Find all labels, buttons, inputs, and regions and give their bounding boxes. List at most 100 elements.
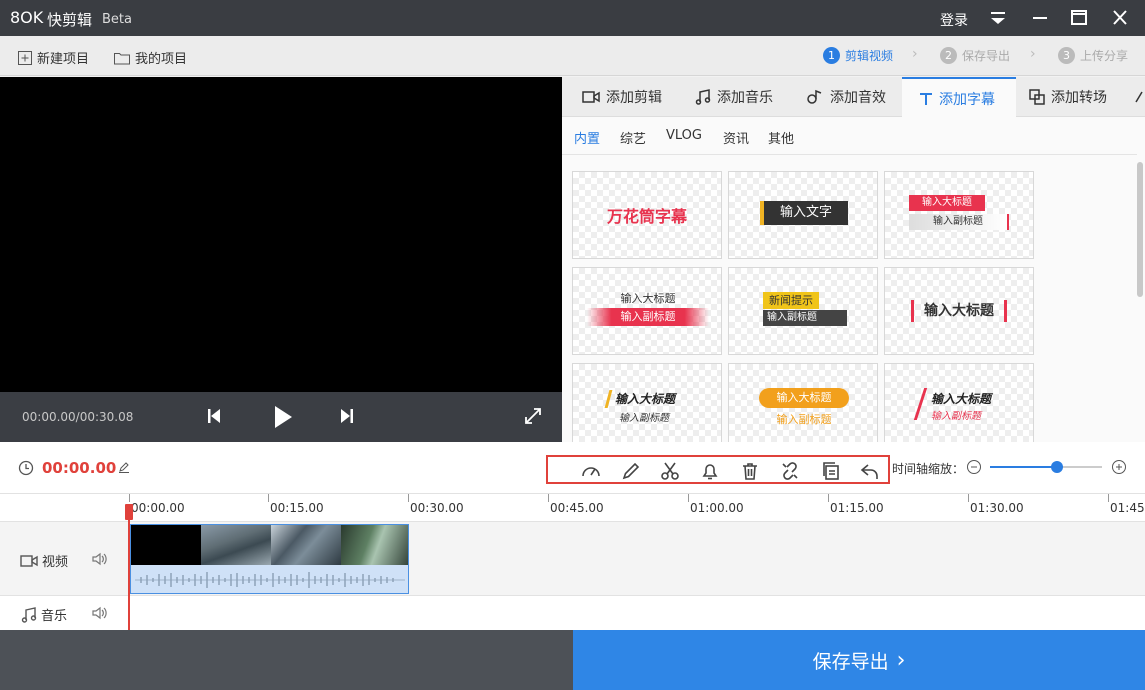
tab-add-subtitle[interactable]: 添加字幕 bbox=[902, 77, 1016, 118]
clock-icon bbox=[18, 460, 34, 476]
step-number: 1 bbox=[823, 47, 840, 64]
subtitle-template[interactable]: 输入大标题 输入副标题 bbox=[884, 363, 1034, 442]
playback-timecode: 00:00.00/00:30.08 bbox=[22, 410, 134, 424]
zoom-in-icon[interactable] bbox=[1111, 459, 1127, 475]
edit-time-icon[interactable] bbox=[118, 461, 130, 473]
bottom-bar bbox=[0, 630, 573, 690]
playhead-handle[interactable] bbox=[125, 504, 133, 520]
tick-label: 00:45.00 bbox=[550, 501, 604, 515]
my-projects-button[interactable]: 我的项目 bbox=[113, 48, 187, 67]
tab-add-clip[interactable]: 添加剪辑 bbox=[582, 77, 662, 117]
scissors-icon[interactable] bbox=[659, 460, 681, 482]
clip-thumbnails bbox=[131, 525, 408, 565]
login-link[interactable]: 登录 bbox=[940, 10, 968, 30]
category-vlog[interactable]: VLOG bbox=[666, 128, 702, 143]
subtitle-template[interactable]: 输入大标题 输入副标题 bbox=[572, 363, 722, 442]
unlink-icon[interactable] bbox=[779, 460, 801, 482]
dropdown-menu-icon[interactable] bbox=[985, 6, 1011, 30]
app-logo: 8OK bbox=[10, 8, 44, 27]
subtitle-template[interactable]: 输入大标题 输入副标题 bbox=[884, 171, 1034, 259]
tick-label: 00:00.00 bbox=[131, 501, 185, 515]
accent-bar bbox=[604, 390, 613, 408]
video-track-label: 视频 bbox=[20, 551, 68, 570]
template-title: 输入大标题 bbox=[620, 292, 676, 305]
timeline-ruler[interactable]: 00:00.00 00:15.00 00:30.00 00:45.00 01:0… bbox=[0, 494, 1145, 522]
music-track-label: 音乐 bbox=[21, 605, 67, 624]
camera-icon bbox=[20, 554, 38, 567]
subtitle-template[interactable]: 新闻提示 输入副标题 bbox=[728, 267, 878, 355]
zoom-slider-handle[interactable] bbox=[1051, 461, 1063, 473]
zoom-slider-fill bbox=[990, 466, 1057, 468]
tick-mark bbox=[268, 494, 269, 502]
playhead[interactable] bbox=[125, 504, 133, 630]
tab-add-sound-effect[interactable]: 添加音效 bbox=[806, 77, 886, 117]
more-tabs-icon[interactable] bbox=[1134, 90, 1144, 104]
step-number: 3 bbox=[1058, 47, 1075, 64]
thumbnail bbox=[341, 525, 408, 565]
my-projects-label: 我的项目 bbox=[135, 52, 188, 67]
copy-icon[interactable] bbox=[820, 460, 842, 482]
current-time: 00:00.00 bbox=[42, 459, 117, 477]
video-volume-icon[interactable] bbox=[91, 552, 107, 566]
template-news: 新闻提示 bbox=[763, 292, 819, 309]
trash-icon[interactable] bbox=[739, 460, 761, 482]
tick-mark bbox=[408, 494, 409, 502]
minimize-icon[interactable] bbox=[1027, 6, 1053, 30]
subtitle-template[interactable]: 输入大标题 bbox=[884, 267, 1034, 355]
tick-label: 01:45.0 bbox=[1110, 501, 1145, 515]
tick-label: 00:15.00 bbox=[270, 501, 324, 515]
close-icon[interactable] bbox=[1107, 6, 1133, 30]
next-frame-icon[interactable] bbox=[339, 407, 355, 425]
maximize-icon[interactable] bbox=[1066, 6, 1092, 30]
play-icon[interactable] bbox=[272, 404, 294, 430]
step-edit-video[interactable]: 1 剪辑视频 bbox=[823, 47, 893, 64]
zoom-out-icon[interactable] bbox=[966, 459, 982, 475]
zoom-slider[interactable] bbox=[990, 461, 1102, 473]
tick-mark bbox=[968, 494, 969, 502]
chevron-right-icon: › bbox=[1030, 46, 1036, 62]
category-other[interactable]: 其他 bbox=[768, 128, 794, 147]
undo-icon[interactable] bbox=[859, 460, 881, 482]
fullscreen-icon[interactable] bbox=[523, 406, 543, 426]
folder-icon bbox=[114, 52, 130, 64]
template-subtitle: 输入副标题 bbox=[909, 214, 1009, 230]
music-note-icon bbox=[695, 89, 711, 105]
tab-add-transition[interactable]: 添加转场 bbox=[1029, 77, 1107, 117]
step-upload-share[interactable]: 3 上传分享 bbox=[1058, 47, 1128, 64]
save-export-button[interactable]: 保存导出 › bbox=[573, 630, 1145, 690]
resource-tabs: 添加剪辑 添加音乐 添加音效 添加字幕 添加转场 bbox=[562, 77, 1145, 118]
step-label: 剪辑视频 bbox=[845, 49, 894, 63]
category-news[interactable]: 资讯 bbox=[723, 128, 749, 147]
tab-add-music[interactable]: 添加音乐 bbox=[695, 77, 773, 117]
music-note-icon bbox=[21, 606, 37, 623]
video-preview[interactable] bbox=[0, 77, 562, 392]
template-title: 输入大标题 bbox=[909, 195, 985, 211]
step-save-export[interactable]: 2 保存导出 bbox=[940, 47, 1010, 64]
zoom-label: 时间轴缩放： bbox=[892, 462, 965, 476]
subtitle-template[interactable]: 万花筒字幕 bbox=[572, 171, 722, 259]
music-volume-icon[interactable] bbox=[91, 606, 107, 620]
audio-waveform bbox=[135, 572, 405, 588]
subtitle-template[interactable]: 输入文字 bbox=[728, 171, 878, 259]
category-variety[interactable]: 综艺 bbox=[620, 128, 646, 147]
tick-label: 01:00.00 bbox=[690, 501, 744, 515]
sound-effect-icon bbox=[807, 89, 822, 104]
video-clip[interactable] bbox=[130, 524, 409, 594]
subtitle-template[interactable]: 输入大标题 输入副标题 bbox=[572, 267, 722, 355]
category-builtin[interactable]: 内置 bbox=[574, 128, 600, 147]
timeline-toolbar: 00:00.00 时间轴缩放： bbox=[0, 442, 1145, 494]
tick-label: 01:15.00 bbox=[830, 501, 884, 515]
tab-label: 添加转场 bbox=[1051, 90, 1107, 106]
camera-icon bbox=[582, 91, 600, 103]
subtitle-template[interactable]: 输入大标题 输入副标题 bbox=[728, 363, 878, 442]
new-project-button[interactable]: 新建项目 bbox=[17, 48, 89, 67]
previous-frame-icon[interactable] bbox=[206, 407, 222, 425]
panel-scrollbar[interactable] bbox=[1137, 162, 1143, 297]
speed-icon[interactable] bbox=[580, 460, 602, 482]
transition-icon bbox=[1029, 89, 1045, 105]
tick-label: 01:30.00 bbox=[970, 501, 1024, 515]
template-subtitle: 输入副标题 bbox=[619, 413, 669, 424]
template-title: 输入大标题 bbox=[759, 388, 849, 408]
pencil-icon[interactable] bbox=[620, 460, 642, 482]
bell-icon[interactable] bbox=[699, 460, 721, 482]
